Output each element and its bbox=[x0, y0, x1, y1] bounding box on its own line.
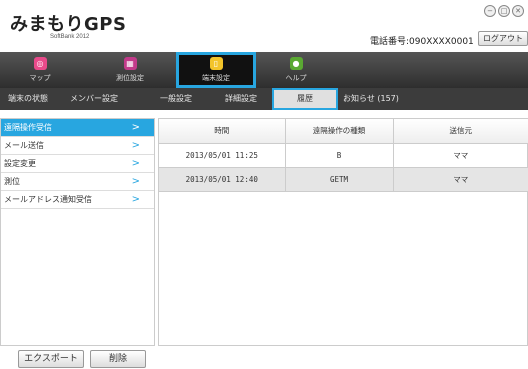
app-header: みまもりGPS SoftBank 2012 − □ ✕ 電話番号:090XXXX… bbox=[0, 0, 528, 52]
column-header-sender[interactable]: 送信元 bbox=[393, 119, 528, 144]
tab-device-status[interactable]: 端末の状態 bbox=[8, 88, 48, 110]
sidebar-item-label: メール送信 bbox=[4, 141, 44, 150]
history-sidebar: 遠隔操作受信 > メール送信 > 設定変更 > 測位 > メールアドレス通知受信… bbox=[0, 118, 155, 346]
phone-device-icon: ▯ bbox=[209, 57, 223, 70]
sidebar-item-settings-change[interactable]: 設定変更 > bbox=[1, 155, 154, 173]
chevron-right-icon: > bbox=[131, 176, 140, 187]
table-row[interactable]: 2013/05/01 12:40 GETM ママ bbox=[159, 167, 528, 192]
nav-label: マップ bbox=[29, 74, 51, 82]
delete-button[interactable]: 削除 bbox=[90, 350, 146, 368]
sidebar-item-mail-send[interactable]: メール送信 > bbox=[1, 137, 154, 155]
tab-notices[interactable]: お知らせ (157) bbox=[343, 88, 399, 110]
main-nav: ◎ マップ ▦ 測位設定 ▯ 端末設定 ● ヘルプ bbox=[0, 52, 528, 88]
nav-map[interactable]: ◎ マップ bbox=[0, 52, 80, 88]
chevron-right-icon: > bbox=[131, 122, 140, 133]
phone-number: 電話番号:090XXXX0001 bbox=[370, 37, 474, 47]
table-header-row: 時間 遠隔操作の種類 送信元 bbox=[159, 119, 528, 144]
logo-subtitle: SoftBank 2012 bbox=[50, 34, 90, 40]
nav-label: 測位設定 bbox=[116, 74, 144, 82]
table-row[interactable]: 2013/05/01 11:25 B ママ bbox=[159, 143, 528, 168]
cell-time: 2013/05/01 12:40 bbox=[159, 167, 286, 192]
cell-sender: ママ bbox=[393, 143, 528, 168]
chevron-right-icon: > bbox=[131, 140, 140, 151]
nav-positioning-settings[interactable]: ▦ 測位設定 bbox=[90, 52, 170, 88]
sidebar-item-label: 測位 bbox=[4, 177, 20, 186]
column-header-operation-type[interactable]: 遠隔操作の種類 bbox=[285, 119, 394, 144]
cell-operation-type: GETM bbox=[285, 167, 394, 192]
cell-sender: ママ bbox=[393, 167, 528, 192]
cell-time: 2013/05/01 11:25 bbox=[159, 143, 286, 168]
maximize-icon[interactable]: □ bbox=[498, 5, 510, 17]
nav-label: ヘルプ bbox=[285, 74, 307, 82]
tab-general-settings[interactable]: 一般設定 bbox=[160, 88, 192, 110]
chevron-right-icon: > bbox=[131, 194, 140, 205]
cell-operation-type: B bbox=[285, 143, 394, 168]
sidebar-item-positioning[interactable]: 測位 > bbox=[1, 173, 154, 191]
export-button[interactable]: エクスポート bbox=[18, 350, 84, 368]
calendar-icon: ▦ bbox=[123, 57, 137, 70]
sidebar-item-label: 設定変更 bbox=[4, 159, 36, 168]
sub-nav: 端末の状態 メンバー設定 一般設定 詳細設定 履歴 お知らせ (157) bbox=[0, 88, 528, 110]
history-table: 時間 遠隔操作の種類 送信元 2013/05/01 11:25 B ママ 201… bbox=[159, 119, 528, 192]
nav-label: 端末設定 bbox=[202, 74, 230, 82]
sidebar-item-label: 遠隔操作受信 bbox=[4, 123, 52, 132]
logout-button[interactable]: ログアウト bbox=[478, 31, 528, 46]
sidebar-item-mail-address-notice[interactable]: メールアドレス通知受信 > bbox=[1, 191, 154, 209]
map-pin-icon: ◎ bbox=[33, 57, 47, 70]
nav-help[interactable]: ● ヘルプ bbox=[256, 52, 336, 88]
tab-history[interactable]: 履歴 bbox=[272, 88, 338, 110]
tab-member-settings[interactable]: メンバー設定 bbox=[70, 88, 118, 110]
chevron-right-icon: > bbox=[131, 158, 140, 169]
sidebar-item-label: メールアドレス通知受信 bbox=[4, 195, 92, 204]
history-table-panel: 時間 遠隔操作の種類 送信元 2013/05/01 11:25 B ママ 201… bbox=[158, 118, 528, 346]
nav-device-settings[interactable]: ▯ 端末設定 bbox=[176, 52, 256, 88]
help-person-icon: ● bbox=[289, 57, 303, 70]
close-icon[interactable]: ✕ bbox=[512, 5, 524, 17]
app-logo: みまもりGPS bbox=[10, 14, 127, 35]
window-controls: − □ ✕ bbox=[484, 5, 524, 17]
sidebar-item-remote-receive[interactable]: 遠隔操作受信 > bbox=[1, 119, 154, 137]
column-header-time[interactable]: 時間 bbox=[159, 119, 286, 144]
tab-detail-settings[interactable]: 詳細設定 bbox=[225, 88, 257, 110]
minimize-icon[interactable]: − bbox=[484, 5, 496, 17]
